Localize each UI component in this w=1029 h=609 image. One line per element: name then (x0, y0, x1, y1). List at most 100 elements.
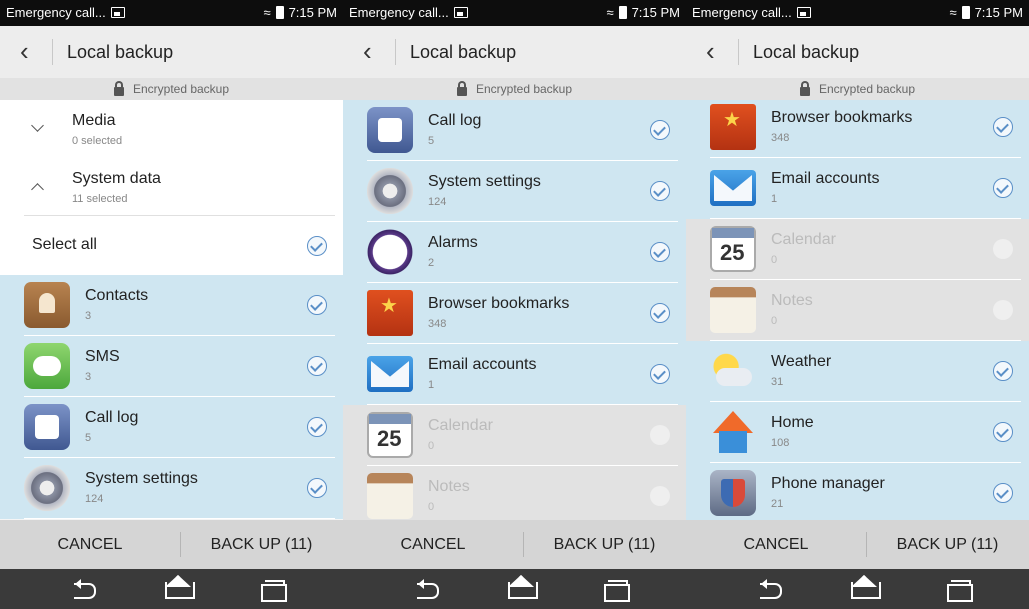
alarm-clock-icon (367, 229, 413, 275)
encrypted-backup-bar[interactable]: Encrypted backup (686, 78, 1029, 100)
calendar-icon (367, 412, 413, 458)
item-title: Notes (771, 292, 813, 309)
item-checkbox[interactable] (650, 242, 670, 262)
call-log-icon (367, 107, 413, 153)
encrypted-backup-bar[interactable]: Encrypted backup (343, 78, 686, 100)
group-count: 0 selected (72, 135, 123, 147)
nav-back-icon[interactable] (413, 578, 441, 600)
title-bar: ‹ Local backup (0, 26, 343, 78)
title-bar: ‹ Local backup (343, 26, 686, 78)
item-checkbox[interactable] (993, 300, 1013, 320)
item-checkbox[interactable] (993, 361, 1013, 381)
item-checkbox[interactable] (650, 181, 670, 201)
item-checkbox[interactable] (307, 478, 327, 498)
nav-home-icon[interactable] (162, 578, 195, 600)
item-checkbox[interactable] (307, 356, 327, 376)
back-up-button[interactable]: BACK UP (11) (180, 520, 343, 569)
back-up-button[interactable]: BACK UP (11) (523, 520, 686, 569)
item-checkbox[interactable] (650, 425, 670, 445)
clock: 7:15 PM (974, 5, 1023, 20)
list-item[interactable]: Browser bookmarks 348 (686, 100, 1029, 158)
item-count: 108 (771, 437, 790, 449)
list-item[interactable]: Call log 5 (343, 100, 686, 161)
nav-home-icon[interactable] (848, 578, 881, 600)
notes-icon (710, 287, 756, 333)
list-item[interactable]: Call log 5 (0, 397, 343, 458)
list-item[interactable]: Weather 31 (686, 341, 1029, 402)
list-item[interactable]: Phone manager 21 (686, 463, 1029, 520)
chevron-up-icon (31, 183, 44, 196)
item-checkbox[interactable] (650, 486, 670, 506)
list-item[interactable]: Email accounts 1 (343, 344, 686, 405)
item-checkbox[interactable] (993, 178, 1013, 198)
select-all-label: Select all (32, 236, 97, 253)
lock-icon (456, 80, 467, 96)
cancel-button[interactable]: CANCEL (343, 520, 523, 569)
select-all-row[interactable]: Select all (0, 216, 343, 275)
list-item[interactable]: System settings 124 (0, 458, 343, 519)
item-title: Alarms (428, 234, 478, 251)
item-checkbox[interactable] (307, 295, 327, 315)
item-title: Home (771, 414, 814, 431)
list-item[interactable]: Contacts 3 (0, 275, 343, 336)
list-item[interactable]: SMS 3 (0, 336, 343, 397)
item-checkbox[interactable] (993, 483, 1013, 503)
settings-gear-icon (367, 168, 413, 214)
item-title: Call log (85, 409, 139, 426)
list-item[interactable]: Notes 0 (686, 280, 1029, 341)
nav-home-icon[interactable] (505, 578, 538, 600)
list-item[interactable]: System settings 124 (343, 161, 686, 222)
back-arrow-icon[interactable]: ‹ (363, 38, 372, 64)
item-title: Browser bookmarks (771, 109, 913, 126)
item-checkbox[interactable] (993, 117, 1013, 137)
item-count: 3 (85, 371, 92, 383)
item-title: SMS (85, 348, 120, 365)
item-count: 0 (771, 254, 778, 266)
cancel-button[interactable]: CANCEL (0, 520, 180, 569)
screenshot-icon (453, 7, 468, 18)
contacts-icon (24, 282, 70, 328)
cancel-button[interactable]: CANCEL (686, 520, 866, 569)
list-item[interactable]: Notes 0 (343, 466, 686, 520)
backup-list: Browser bookmarks 348 Email accounts 1 C… (686, 100, 1029, 520)
encrypted-backup-bar[interactable]: Encrypted backup (0, 78, 343, 100)
list-item[interactable]: Calendar 0 (343, 405, 686, 466)
nav-back-icon[interactable] (70, 578, 98, 600)
back-arrow-icon[interactable]: ‹ (706, 38, 715, 64)
list-item[interactable]: Email accounts 1 (686, 158, 1029, 219)
nav-recents-icon[interactable] (944, 578, 973, 602)
calendar-icon (710, 226, 756, 272)
media-group[interactable]: Media 0 selected (0, 100, 343, 161)
item-count: 1 (428, 379, 435, 391)
item-checkbox[interactable] (307, 417, 327, 437)
list-item[interactable]: Alarms 2 (343, 222, 686, 283)
item-title: System settings (85, 470, 198, 487)
item-checkbox[interactable] (993, 422, 1013, 442)
item-checkbox[interactable] (650, 303, 670, 323)
list-item[interactable]: Browser bookmarks 348 (343, 283, 686, 344)
nav-recents-icon[interactable] (601, 578, 630, 602)
screen-1: Emergency call... ≈7:15 PM ‹ Local backu… (0, 0, 343, 609)
list-item[interactable]: Home 108 (686, 402, 1029, 463)
nav-back-icon[interactable] (756, 578, 784, 600)
back-up-button[interactable]: BACK UP (11) (866, 520, 1029, 569)
back-arrow-icon[interactable]: ‹ (20, 38, 29, 64)
item-title: Contacts (85, 287, 149, 304)
item-checkbox[interactable] (993, 239, 1013, 259)
select-all-checkbox[interactable] (307, 236, 327, 256)
list-item[interactable]: Calendar 0 (686, 219, 1029, 280)
status-bar: Emergency call... ≈7:15 PM (0, 0, 343, 26)
backup-list: Media 0 selected System data 11 selected… (0, 100, 343, 520)
system-data-group[interactable]: System data 11 selected (0, 158, 343, 216)
lock-icon (799, 80, 810, 96)
battery-icon (275, 6, 284, 19)
item-checkbox[interactable] (650, 120, 670, 140)
item-count: 1 (771, 193, 778, 205)
notes-icon (367, 473, 413, 519)
settings-gear-icon (24, 465, 70, 511)
email-envelope-icon (367, 356, 413, 392)
nav-recents-icon[interactable] (258, 578, 287, 602)
battery-icon (961, 6, 970, 19)
item-checkbox[interactable] (650, 364, 670, 384)
item-count: 348 (771, 132, 790, 144)
